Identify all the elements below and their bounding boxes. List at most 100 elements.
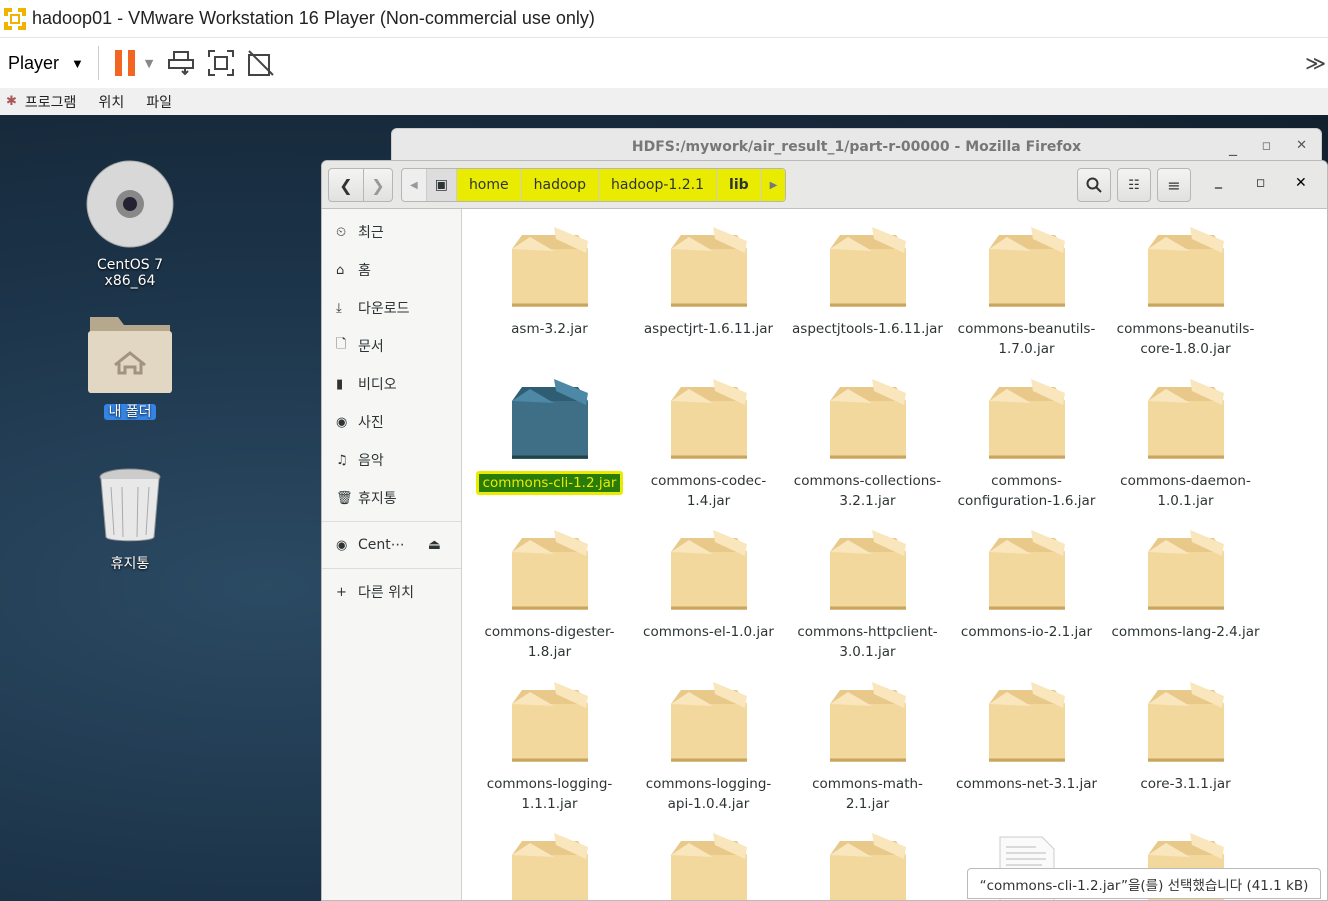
file-item[interactable]: commons-httpclient-3.0.1.jar [788, 522, 947, 662]
dropdown-icon: ▼ [71, 55, 84, 71]
trash-icon [99, 468, 161, 542]
package-icon [511, 833, 588, 900]
sidebar-item[interactable]: 🗋 문서 [322, 327, 461, 365]
search-icon [1086, 177, 1102, 193]
file-item[interactable]: commons-logging-1.1.1.jar [470, 674, 629, 814]
sidebar-item[interactable]: ⤓ 다운로드 [322, 289, 461, 327]
sidebar-item[interactable]: 🗑 휴지통 [322, 479, 461, 517]
player-menu[interactable]: Player ▼ [8, 53, 84, 74]
file-item[interactable] [788, 825, 947, 900]
minimize-icon[interactable]: _ [1229, 137, 1237, 156]
file-item[interactable]: core-3.1.1.jar [1106, 674, 1265, 794]
fullscreen-icon[interactable] [207, 49, 235, 77]
file-item[interactable]: commons-lang-2.4.jar [1106, 522, 1265, 642]
maximize-icon[interactable]: ◻ [1256, 176, 1265, 189]
unity-mode-icon[interactable] [247, 49, 275, 77]
places-sidebar: ⏲ 최근 ⌂ 홈 ⤓ 다운로드 🗋 문서 ▮ 비디오 ◉ 사진 ♫ 음악 🗑 휴지통 ◉ Cent⋯ ⏏ + 다른 … [322, 209, 462, 900]
desktop-icon-cd[interactable]: CentOS 7 x86_64 [70, 159, 190, 289]
file-item[interactable]: commons-beanutils-core-1.8.0.jar [1106, 219, 1265, 359]
package-icon [829, 833, 906, 900]
file-item[interactable]: aspectjtools-1.6.11.jar [788, 219, 947, 339]
close-icon[interactable]: ✕ [1295, 175, 1307, 191]
sidebar-item[interactable]: ⏲ 최근 [322, 213, 461, 251]
menu-places[interactable]: 위치 [98, 92, 124, 112]
minimize-icon[interactable]: _ [1215, 173, 1222, 189]
eject-icon[interactable]: ⏏ [428, 537, 441, 553]
menu-files[interactable]: 파일 [146, 92, 172, 112]
file-item[interactable]: commons-io-2.1.jar [947, 522, 1106, 642]
view-toggle-button[interactable]: ☷ [1117, 168, 1151, 202]
pause-button[interactable] [114, 50, 135, 76]
file-item[interactable]: commons-daemon-1.0.1.jar [1106, 371, 1265, 511]
sidebar-item[interactable]: ◉ 사진 [322, 403, 461, 441]
sidebar-item-other-locations[interactable]: + 다른 위치 [322, 573, 461, 611]
menu-button[interactable]: ≡ [1157, 168, 1191, 202]
package-icon [670, 530, 747, 610]
file-item[interactable] [470, 825, 629, 900]
package-icon [670, 379, 747, 459]
breadcrumb-scroll-right[interactable]: ▶ [761, 169, 786, 201]
vm-toolbar: Player ▼ ▼ ≫ [0, 38, 1328, 88]
hamburger-icon: ≡ [1167, 175, 1181, 195]
jar-package-selected-icon [511, 379, 588, 459]
desktop-icon-label: CentOS 7 x86_64 [96, 257, 163, 289]
search-button[interactable] [1077, 168, 1111, 202]
file-item[interactable]: commons-digester-1.8.jar [470, 522, 629, 662]
file-item[interactable]: commons-cli-1.2.jar [470, 371, 629, 495]
more-button[interactable]: ≫ [1305, 51, 1326, 75]
desktop-icon-home[interactable]: 내 폴더 [70, 313, 190, 421]
file-item[interactable]: commons-beanutils-1.7.0.jar [947, 219, 1106, 359]
package-icon [511, 227, 588, 307]
sidebar-item-label: Cent⋯ [358, 537, 405, 553]
file-item[interactable]: commons-configuration-1.6.jar [947, 371, 1106, 511]
file-name: commons-logging-api-1.0.4.jar [645, 776, 772, 812]
sidebar-item[interactable]: ⌂ 홈 [322, 251, 461, 289]
breadcrumb-home[interactable]: home [456, 169, 522, 201]
file-item[interactable] [629, 825, 788, 900]
sidebar-item-label: 다른 위치 [358, 585, 414, 601]
sidebar-item[interactable]: ♫ 음악 [322, 441, 461, 479]
desktop-icon-trash[interactable]: 휴지통 [70, 467, 190, 573]
sidebar-item-device[interactable]: ◉ Cent⋯ ⏏ [322, 526, 461, 564]
desktop-icon-label: 내 폴더 [104, 404, 156, 420]
back-button[interactable]: ❮ [328, 168, 364, 202]
sidebar-item-label: 비디오 [358, 377, 397, 393]
file-name: core-3.1.1.jar [1140, 776, 1231, 792]
file-item[interactable]: commons-codec-1.4.jar [629, 371, 788, 511]
file-name: commons-httpclient-3.0.1.jar [797, 624, 938, 660]
menu-applications[interactable]: 프로그램 [25, 92, 77, 112]
file-name: commons-cli-1.2.jar [475, 471, 624, 495]
sidebar-icon: ⏲ [336, 224, 347, 240]
sidebar-icon: 🗑 [336, 490, 353, 506]
status-overlay: “commons-cli-1.2.jar”을(를) 선택했습니다 (41.1 k… [967, 868, 1321, 899]
breadcrumb: ◀ ▣ home hadoop hadoop-1.2.1 lib ▶ [401, 168, 787, 202]
maximize-icon[interactable]: ◻ [1262, 139, 1271, 152]
file-item[interactable]: commons-el-1.0.jar [629, 522, 788, 642]
forward-button[interactable]: ❯ [363, 168, 393, 202]
file-name: commons-el-1.0.jar [643, 624, 774, 640]
breadcrumb-scroll-left[interactable]: ◀ [402, 169, 427, 201]
file-item[interactable]: asm-3.2.jar [470, 219, 629, 339]
sidebar-icon: ▮ [336, 376, 344, 392]
sidebar-item-label: 음악 [358, 453, 384, 469]
file-item[interactable]: commons-collections-3.2.1.jar [788, 371, 947, 511]
package-icon [829, 682, 906, 762]
close-icon[interactable]: ✕ [1296, 138, 1307, 153]
sidebar-item-label: 휴지통 [358, 491, 397, 507]
window-titlebar: hadoop01 - VMware Workstation 16 Player … [0, 0, 1328, 38]
breadcrumb-hadoop[interactable]: hadoop [521, 169, 599, 201]
breadcrumb-lib[interactable]: lib [717, 169, 762, 201]
file-item[interactable]: commons-math-2.1.jar [788, 674, 947, 814]
file-name: commons-collections-3.2.1.jar [793, 473, 942, 509]
disk-icon[interactable]: ▣ [426, 169, 457, 201]
package-icon [988, 682, 1065, 762]
file-item[interactable]: commons-logging-api-1.0.4.jar [629, 674, 788, 814]
window-title: hadoop01 - VMware Workstation 16 Player … [32, 8, 595, 28]
pause-dropdown-icon[interactable]: ▼ [145, 57, 153, 70]
file-item[interactable]: aspectjrt-1.6.11.jar [629, 219, 788, 339]
send-ctrl-alt-del-icon[interactable] [167, 49, 195, 77]
package-icon [1147, 379, 1224, 459]
file-item[interactable]: commons-net-3.1.jar [947, 674, 1106, 794]
breadcrumb-hadoop-1-2-1[interactable]: hadoop-1.2.1 [599, 169, 718, 201]
sidebar-item[interactable]: ▮ 비디오 [322, 365, 461, 403]
